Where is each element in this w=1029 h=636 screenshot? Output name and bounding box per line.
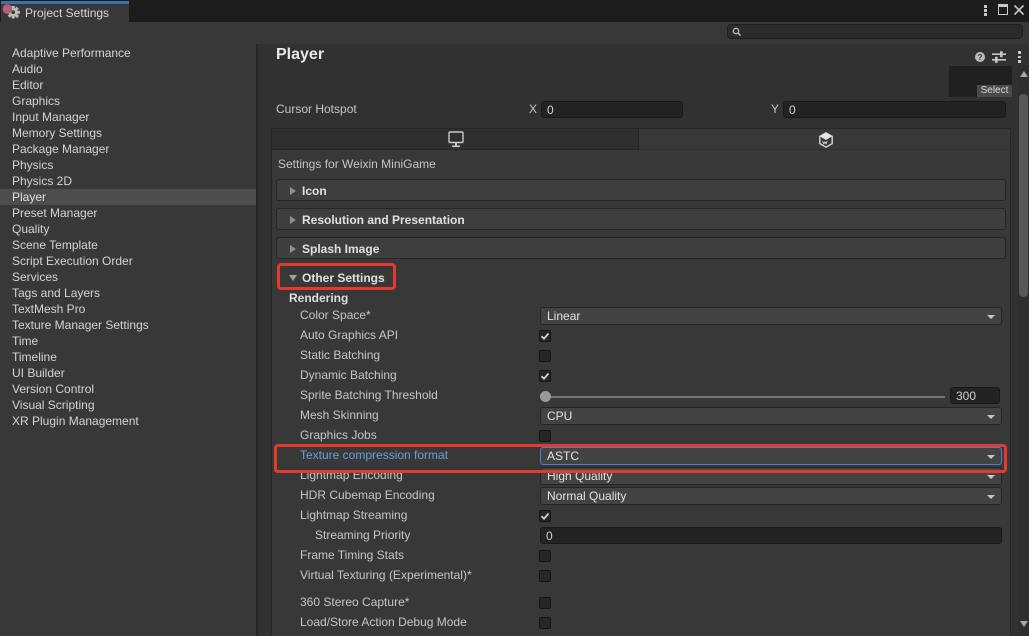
svg-text:?: ? xyxy=(977,52,982,62)
